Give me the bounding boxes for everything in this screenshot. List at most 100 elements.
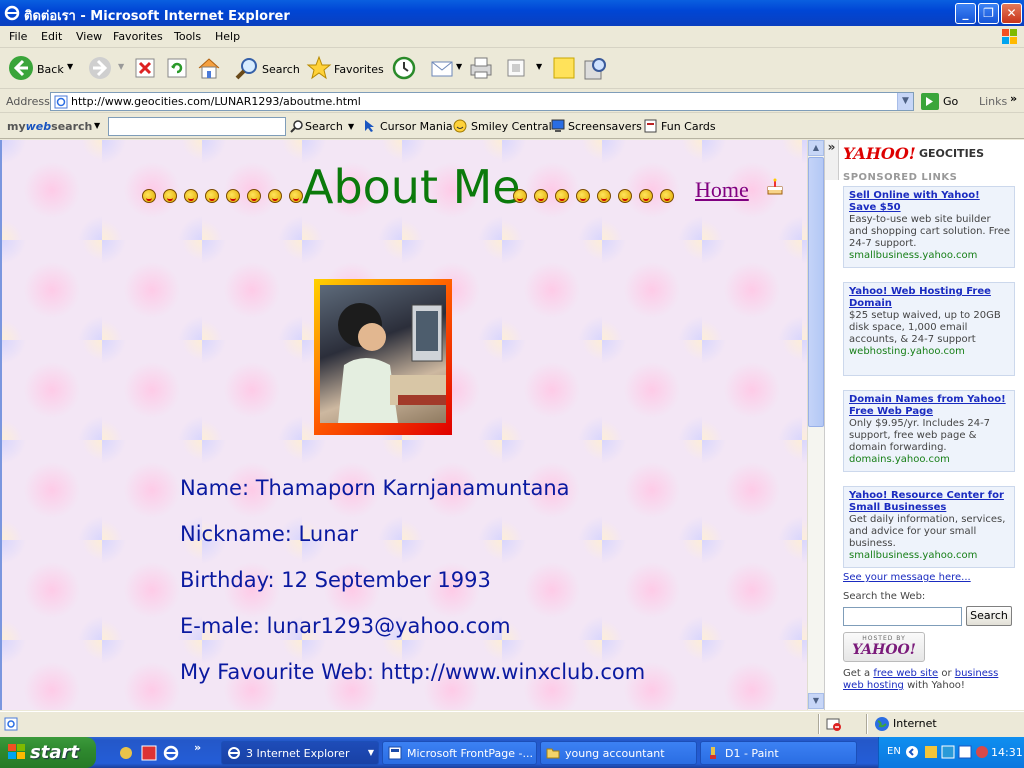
popup-blocked-icon[interactable] [826, 716, 842, 732]
quick-launch-media-icon[interactable] [141, 745, 157, 761]
screensavers-link[interactable]: Screensavers [568, 120, 642, 133]
favorites-star-icon[interactable] [306, 55, 332, 81]
tray-expand-icon[interactable] [905, 745, 919, 759]
search-button-label[interactable]: Search [262, 63, 300, 76]
mail-icon[interactable] [430, 55, 456, 81]
quick-launch-ie-icon[interactable] [163, 745, 179, 761]
language-indicator[interactable]: EN [887, 746, 901, 757]
mywebsearch-search-dropdown-icon[interactable]: ▼ [348, 122, 354, 131]
cursor-mania-link[interactable]: Cursor Mania [380, 120, 453, 133]
internet-zone-globe-icon [875, 717, 889, 731]
go-button-label[interactable]: Go [943, 95, 958, 108]
sidebar-search-input[interactable] [843, 607, 962, 626]
search-icon[interactable] [290, 119, 304, 133]
ad-block[interactable]: Sell Online with Yahoo! Save $50 Easy-to… [843, 186, 1015, 268]
sidebar-search-button[interactable]: Search [966, 606, 1012, 626]
tray-app-icon[interactable] [924, 745, 938, 759]
restore-button[interactable]: ❐ [978, 3, 999, 24]
quick-launch-chevron-icon[interactable]: » [194, 741, 201, 754]
sponsored-links-label: SPONSORED LINKS [843, 172, 958, 183]
ad-block[interactable]: Yahoo! Web Hosting Free Domain $25 setup… [843, 282, 1015, 376]
fun-cards-link[interactable]: Fun Cards [661, 120, 716, 133]
ad-url[interactable]: smallbusiness.yahoo.com [849, 250, 1010, 262]
smiley-decoration-icon [163, 189, 177, 203]
ad-title[interactable]: Yahoo! Web Hosting Free Domain [849, 286, 1010, 310]
history-icon[interactable] [391, 55, 417, 81]
ad-block[interactable]: Yahoo! Resource Center for Small Busines… [843, 486, 1015, 568]
scroll-down-icon[interactable]: ▼ [808, 693, 824, 709]
page-status-icon [4, 717, 18, 731]
mywebsearch-input[interactable] [108, 117, 286, 136]
links-label[interactable]: Links [979, 95, 1007, 108]
scroll-up-icon[interactable]: ▲ [808, 140, 824, 156]
menu-edit[interactable]: Edit [41, 30, 62, 43]
discuss-note-icon[interactable] [552, 56, 576, 80]
smiley-decoration-icon [660, 189, 674, 203]
menu-tools[interactable]: Tools [174, 30, 201, 43]
folder-icon [546, 748, 560, 759]
ad-title[interactable]: Domain Names from Yahoo! Free Web Page [849, 394, 1010, 418]
menu-file[interactable]: File [9, 30, 27, 43]
mywebsearch-logo[interactable]: mywebsearch [7, 120, 92, 133]
address-label: Address [6, 95, 50, 108]
ad-url[interactable]: smallbusiness.yahoo.com [849, 550, 1010, 562]
tray-network-icon[interactable] [941, 745, 955, 759]
hosted-by-yahoo-badge[interactable]: HOSTED BY YAHOO! [843, 632, 925, 662]
sidebar-collapse-button[interactable]: » [825, 140, 839, 180]
back-arrow-icon[interactable] [8, 55, 34, 81]
taskbar-button-paint[interactable]: D1 - Paint [700, 741, 857, 765]
free-web-site-link[interactable]: free web site [873, 668, 938, 679]
stop-icon[interactable] [134, 57, 156, 79]
menu-view[interactable]: View [76, 30, 102, 43]
clock: 14:31 [991, 746, 1023, 759]
see-your-message-link[interactable]: See your message here... [843, 572, 971, 583]
refresh-icon[interactable] [166, 57, 188, 79]
taskbar-button-internet-explorer[interactable]: 3 Internet Explorer ▼ [221, 741, 379, 765]
tray-shield-icon[interactable] [958, 745, 972, 759]
links-chevron-icon[interactable]: » [1010, 92, 1017, 105]
taskbar-button-frontpage[interactable]: Microsoft FrontPage -... [382, 741, 537, 765]
group-dropdown-icon[interactable]: ▼ [368, 748, 374, 757]
ad-url[interactable]: webhosting.yahoo.com [849, 346, 1010, 358]
scroll-thumb[interactable] [808, 157, 824, 427]
go-arrow-icon[interactable] [921, 93, 939, 110]
smiley-central-link[interactable]: Smiley Central [471, 120, 552, 133]
yahoo-logo[interactable]: YAHOO! [843, 144, 916, 163]
home-icon[interactable] [196, 55, 222, 81]
search-icon[interactable] [234, 56, 260, 82]
address-input[interactable]: http://www.geocities.com/LUNAR1293/about… [50, 92, 914, 111]
forward-dropdown-icon[interactable]: ▼ [118, 62, 124, 71]
smiley-decoration-icon [268, 189, 282, 203]
ad-block[interactable]: Domain Names from Yahoo! Free Web Page O… [843, 390, 1015, 472]
mail-dropdown-icon[interactable]: ▼ [456, 62, 462, 71]
back-dropdown-icon[interactable]: ▼ [67, 62, 73, 71]
favorites-button-label[interactable]: Favorites [334, 63, 384, 76]
info-name: Name: Thamaporn Karnjanamuntana [180, 476, 570, 500]
start-button[interactable]: start [0, 737, 96, 768]
smiley-decoration-icon [534, 189, 548, 203]
address-dropdown-icon[interactable]: ▼ [897, 93, 913, 110]
ad-title[interactable]: Sell Online with Yahoo! Save $50 [849, 190, 1010, 214]
menu-help[interactable]: Help [215, 30, 240, 43]
research-icon[interactable] [582, 55, 608, 81]
vertical-scrollbar[interactable]: ▲ ▼ [807, 140, 824, 710]
mywebsearch-search-button[interactable]: Search [305, 120, 343, 133]
page-title: About Me [302, 160, 521, 214]
close-button[interactable]: ✕ [1001, 3, 1022, 24]
edit-icon[interactable] [505, 57, 527, 79]
taskbar-button-folder[interactable]: young accountant [540, 741, 697, 765]
quick-launch-app-icon[interactable] [118, 745, 134, 761]
print-icon[interactable] [467, 54, 495, 82]
mywebsearch-dropdown-icon[interactable]: ▼ [94, 121, 100, 130]
home-link[interactable]: Home [695, 177, 749, 203]
menu-favorites[interactable]: Favorites [113, 30, 163, 43]
back-button-label[interactable]: Back [37, 63, 64, 76]
edit-dropdown-icon[interactable]: ▼ [536, 62, 542, 71]
forward-arrow-icon[interactable] [87, 55, 113, 81]
tray-misc-icon[interactable] [975, 745, 989, 759]
mywebsearch-toolbar: mywebsearch ▼ Search ▼ Cursor Mania Smil… [0, 114, 1024, 139]
ad-url[interactable]: domains.yahoo.com [849, 454, 1010, 466]
info-nickname: Nickname: Lunar [180, 522, 359, 546]
minimize-button[interactable]: _ [955, 3, 976, 24]
ad-title[interactable]: Yahoo! Resource Center for Small Busines… [849, 490, 1010, 514]
